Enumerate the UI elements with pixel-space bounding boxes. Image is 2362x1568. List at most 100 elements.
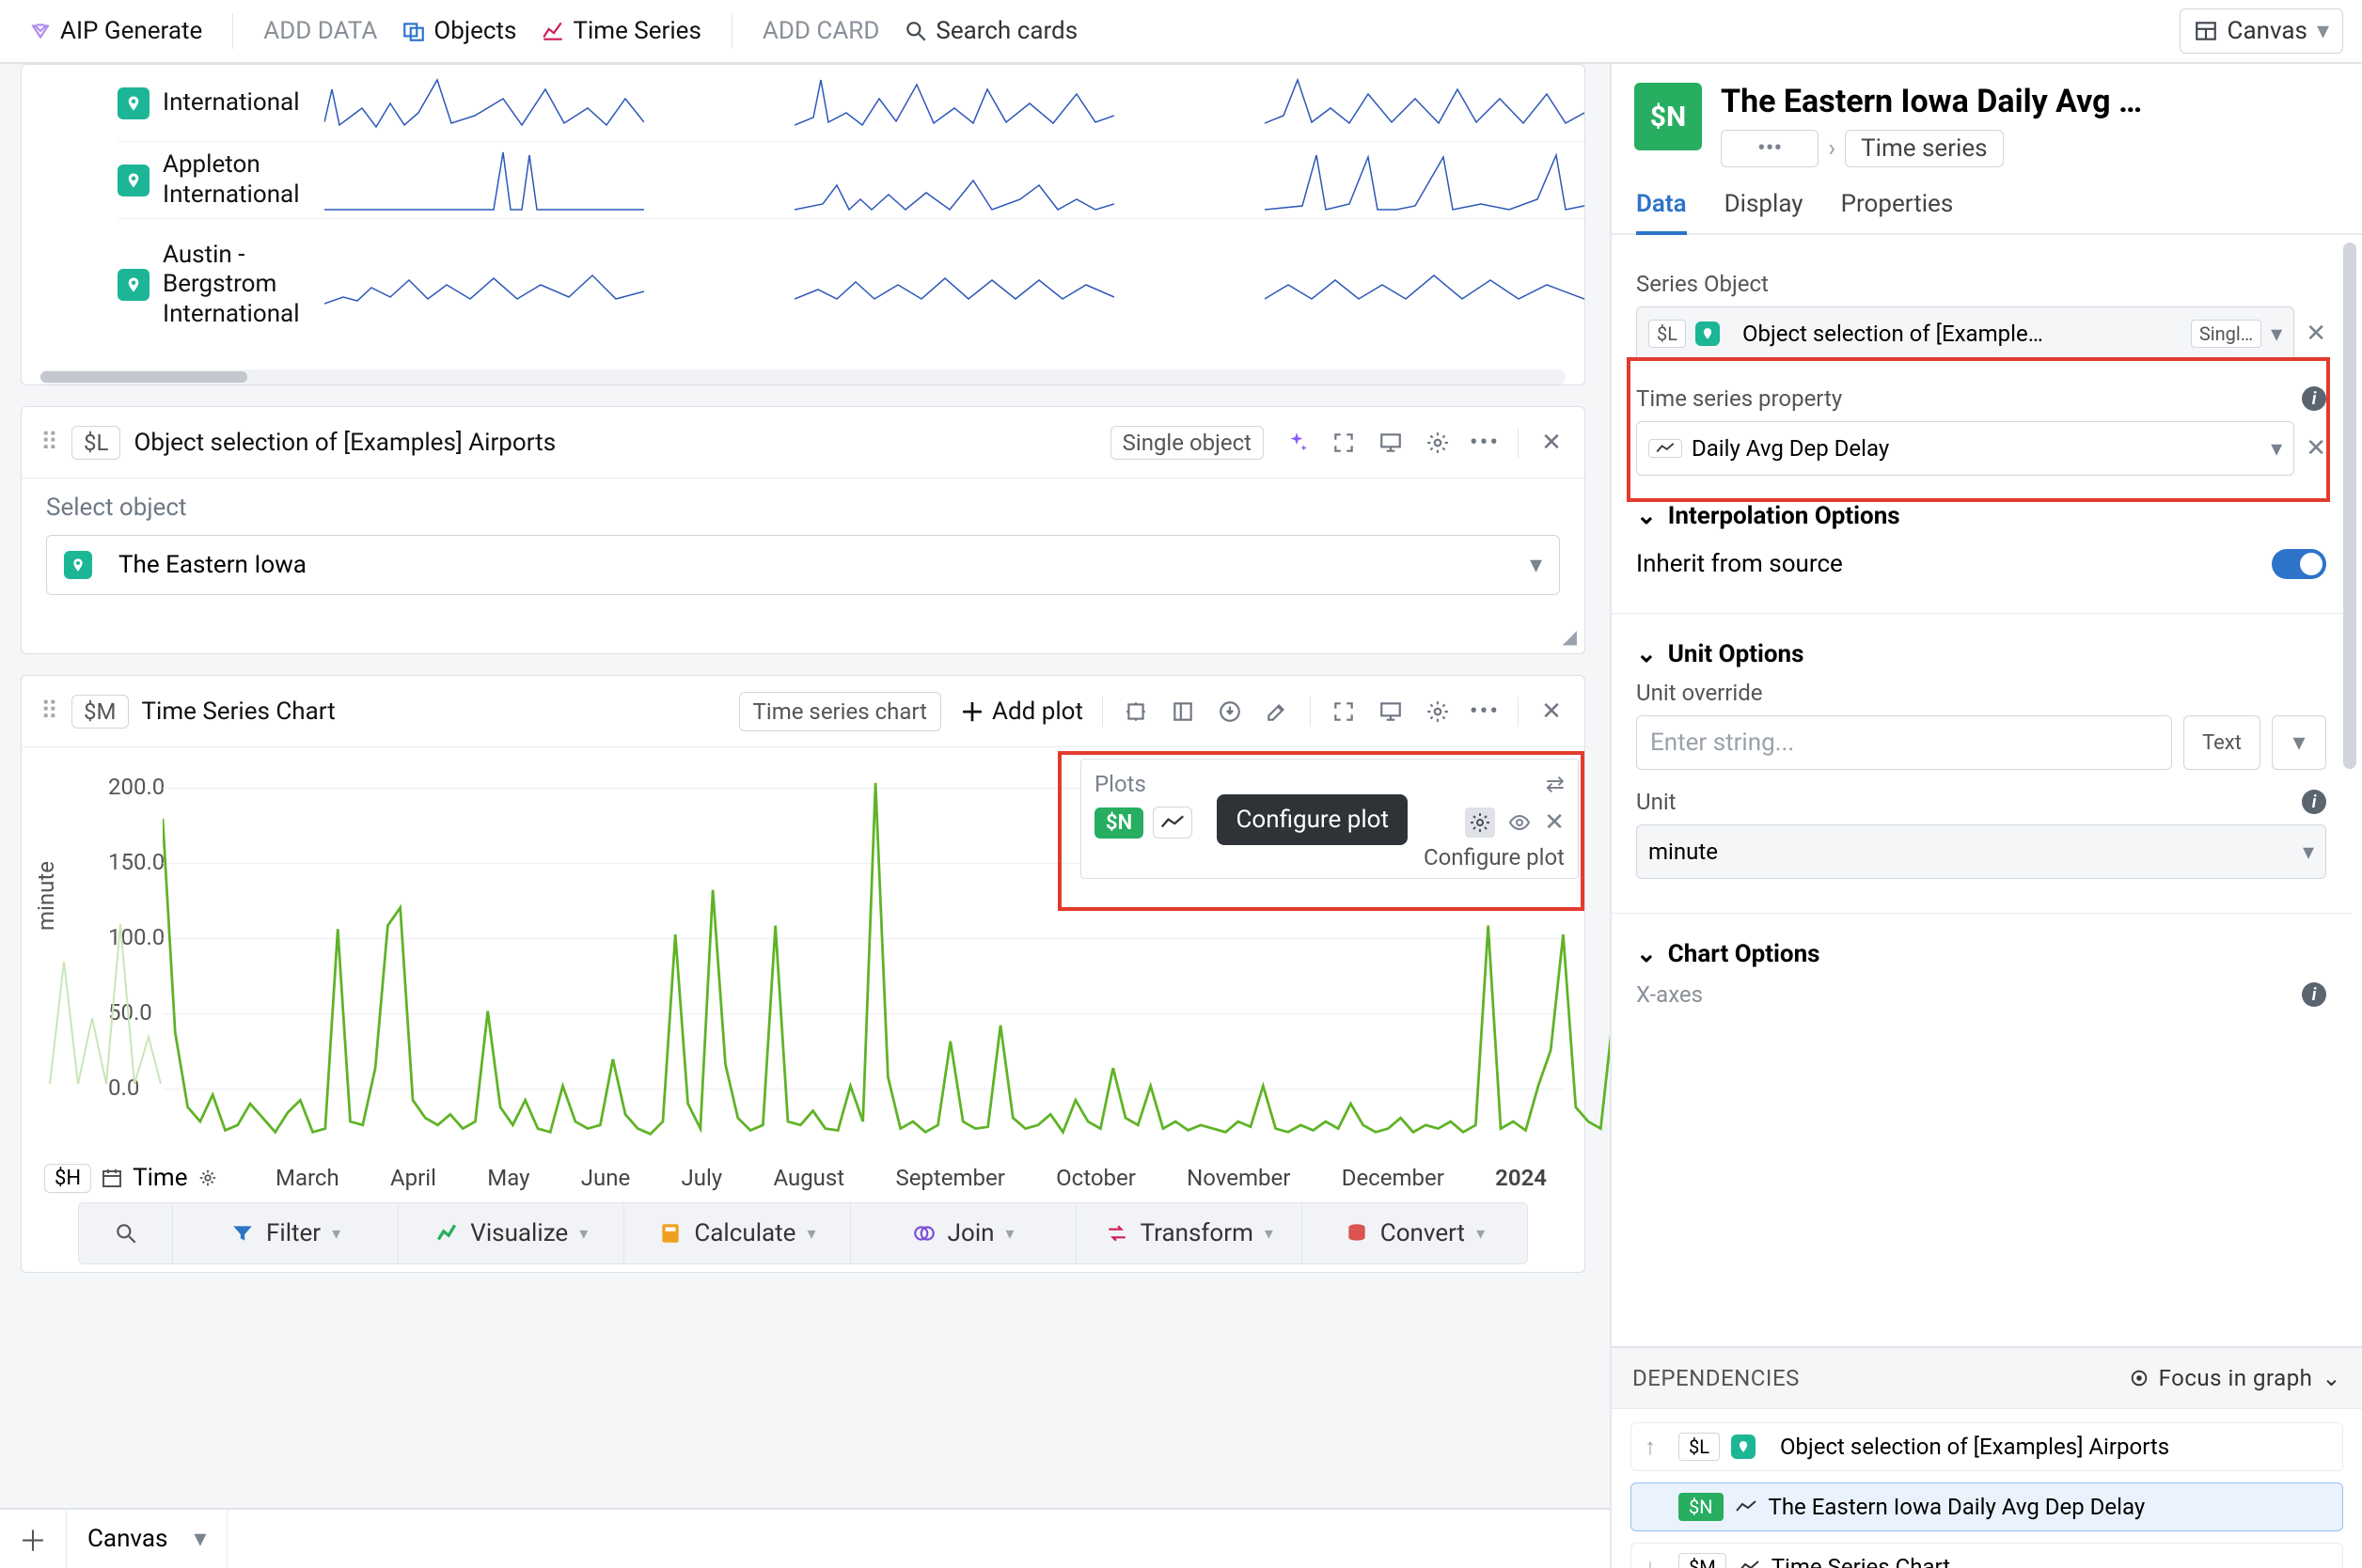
- x-tick: 2024: [1495, 1165, 1547, 1191]
- action-label: Transform: [1141, 1219, 1253, 1247]
- expand-horizontal-icon[interactable]: ⇄: [1546, 771, 1565, 797]
- edit-icon[interactable]: [1263, 698, 1291, 726]
- unit-value-field[interactable]: minute ▾: [1636, 824, 2326, 879]
- drag-handle-icon[interactable]: ⠿: [40, 698, 58, 726]
- unit-override-label: Unit override: [1636, 680, 2326, 706]
- pin-icon: [118, 87, 150, 119]
- action-calculate-button[interactable]: Calculate▾: [624, 1203, 850, 1263]
- chart-type-pill[interactable]: Time series chart: [739, 692, 941, 731]
- calendar-icon[interactable]: [101, 1167, 123, 1189]
- dependency-item[interactable]: $NThe Eastern Iowa Daily Avg Dep Delay: [1630, 1482, 2343, 1531]
- canvas-tab[interactable]: Canvas ▾: [66, 1510, 228, 1568]
- action-join-button[interactable]: Join▾: [851, 1203, 1077, 1263]
- expand-icon[interactable]: [1330, 429, 1358, 457]
- search-cards-input-wrapper[interactable]: Search cards: [894, 9, 1087, 53]
- remove-plot-icon[interactable]: ✕: [1544, 808, 1565, 837]
- dependency-item[interactable]: ↓$MTime Series Chart: [1630, 1543, 2343, 1568]
- inherit-toggle[interactable]: [2272, 549, 2326, 579]
- dependency-text: Object selection of [Examples] Airports: [1780, 1434, 2169, 1460]
- action-search-button[interactable]: [79, 1203, 173, 1263]
- gear-icon[interactable]: [197, 1168, 218, 1188]
- action-filter-button[interactable]: Filter▾: [173, 1203, 399, 1263]
- chart-options-section-title[interactable]: ⌄ Chart Options: [1636, 940, 2326, 968]
- line-chart-icon: [1735, 1499, 1757, 1514]
- chevron-down-icon: ▾: [2303, 839, 2314, 865]
- action-label: Filter: [266, 1219, 321, 1247]
- sparklines-card: International Appleton International: [21, 64, 1585, 385]
- right-panel: ← OBJECT TIME SERIES PROPERTY ? ✕ $N The…: [1610, 0, 2362, 1568]
- configure-plot-tooltip: Configure plot: [1217, 794, 1408, 845]
- add-tab-button[interactable]: ＋: [0, 1518, 66, 1560]
- object-select-dropdown[interactable]: The Eastern Iowa ▾: [46, 535, 1560, 595]
- panel-icon[interactable]: [1169, 698, 1197, 726]
- unit-override-input[interactable]: Enter string...: [1636, 715, 2172, 770]
- sparkline-row[interactable]: Austin - Bergstrom International: [118, 219, 1584, 351]
- focus-in-graph-button[interactable]: Focus in graph ⌄: [2129, 1365, 2341, 1391]
- drag-handle-icon[interactable]: ⠿: [40, 429, 58, 457]
- interpolation-section-title[interactable]: ⌄ Interpolation Options: [1636, 502, 2326, 530]
- download-icon[interactable]: [1216, 698, 1244, 726]
- more-icon[interactable]: •••: [1471, 429, 1499, 457]
- configure-plot-button[interactable]: [1465, 808, 1495, 838]
- visibility-icon[interactable]: [1508, 811, 1531, 834]
- info-icon[interactable]: i: [2302, 386, 2326, 411]
- sparkline-row[interactable]: Appleton International: [118, 142, 1584, 219]
- tab-data[interactable]: Data: [1636, 190, 1687, 235]
- time-series-chart-card: ⠿ $M Time Series Chart Time series chart…: [21, 675, 1585, 1273]
- action-visualize-button[interactable]: Visualize▾: [399, 1203, 624, 1263]
- objects-button[interactable]: Objects: [392, 9, 526, 53]
- x-tick: October: [1056, 1165, 1136, 1191]
- selected-object-value: The Eastern Iowa: [118, 551, 307, 579]
- spark-cells: [324, 252, 1584, 318]
- resize-handle-icon[interactable]: ◢: [1563, 625, 1577, 648]
- chevron-down-icon: ▾: [1530, 551, 1542, 579]
- sparkle-icon[interactable]: [1283, 429, 1311, 457]
- gear-icon[interactable]: [1424, 429, 1452, 457]
- x-tick: September: [895, 1165, 1004, 1191]
- series-object-text: Object selection of [Example…: [1742, 321, 2181, 347]
- objects-icon: [402, 19, 426, 43]
- horizontal-scrollbar[interactable]: [40, 369, 1566, 384]
- presentation-icon[interactable]: [1377, 698, 1405, 726]
- variable-pill: $L: [71, 426, 120, 460]
- divider: [1102, 697, 1103, 727]
- toolbar-divider: [232, 13, 233, 49]
- more-icon[interactable]: •••: [1471, 698, 1499, 726]
- pin-icon: [118, 165, 150, 196]
- aip-generate-button[interactable]: AIP Generate: [19, 9, 212, 53]
- tab-display[interactable]: Display: [1724, 190, 1803, 233]
- action-convert-button[interactable]: Convert▾: [1302, 1203, 1527, 1263]
- x-tick: June: [581, 1165, 630, 1191]
- panel-scrollbar[interactable]: [2343, 243, 2356, 1339]
- series-object-field[interactable]: $L Object selection of [Example… Singl… …: [1636, 306, 2294, 361]
- clear-icon[interactable]: ✕: [2306, 320, 2326, 348]
- clear-icon[interactable]: ✕: [2306, 434, 2326, 463]
- spark-cells: [324, 71, 1584, 136]
- presentation-icon[interactable]: [1377, 429, 1405, 457]
- panel-body: Series Object $L Object selection of [Ex…: [1612, 235, 2362, 1346]
- unit-type-dropdown[interactable]: ▾: [2272, 715, 2326, 770]
- tab-properties[interactable]: Properties: [1841, 190, 1954, 233]
- ts-property-field[interactable]: Daily Avg Dep Delay ▾: [1636, 421, 2294, 476]
- info-icon[interactable]: i: [2302, 982, 2326, 1007]
- breadcrumb-item[interactable]: •••: [1721, 130, 1819, 167]
- add-card-label: ADD CARD: [753, 9, 890, 53]
- action-transform-button[interactable]: Transform▾: [1077, 1203, 1302, 1263]
- dependency-item[interactable]: ↑$LObject selection of [Examples] Airpor…: [1630, 1422, 2343, 1471]
- close-icon[interactable]: ✕: [1537, 429, 1566, 457]
- panel-tabs: Data Display Properties: [1612, 167, 2362, 235]
- add-plot-button[interactable]: ＋ Add plot: [960, 694, 1083, 729]
- breadcrumb-item[interactable]: Time series: [1845, 130, 2003, 167]
- sparkline-row[interactable]: International: [118, 65, 1584, 142]
- gear-icon[interactable]: [1424, 698, 1452, 726]
- crosshair-icon[interactable]: [1122, 698, 1150, 726]
- close-icon[interactable]: ✕: [1537, 698, 1566, 726]
- expand-icon[interactable]: [1330, 698, 1358, 726]
- unit-options-section-title[interactable]: ⌄ Unit Options: [1636, 640, 2326, 668]
- time-series-button[interactable]: Time Series: [531, 9, 710, 53]
- canvas-area: International Appleton International: [0, 64, 1610, 1508]
- search-icon: [904, 19, 928, 43]
- info-icon[interactable]: i: [2302, 790, 2326, 814]
- canvas-view-selector[interactable]: Canvas ▾: [2180, 8, 2343, 54]
- pin-icon: [1731, 1435, 1756, 1459]
